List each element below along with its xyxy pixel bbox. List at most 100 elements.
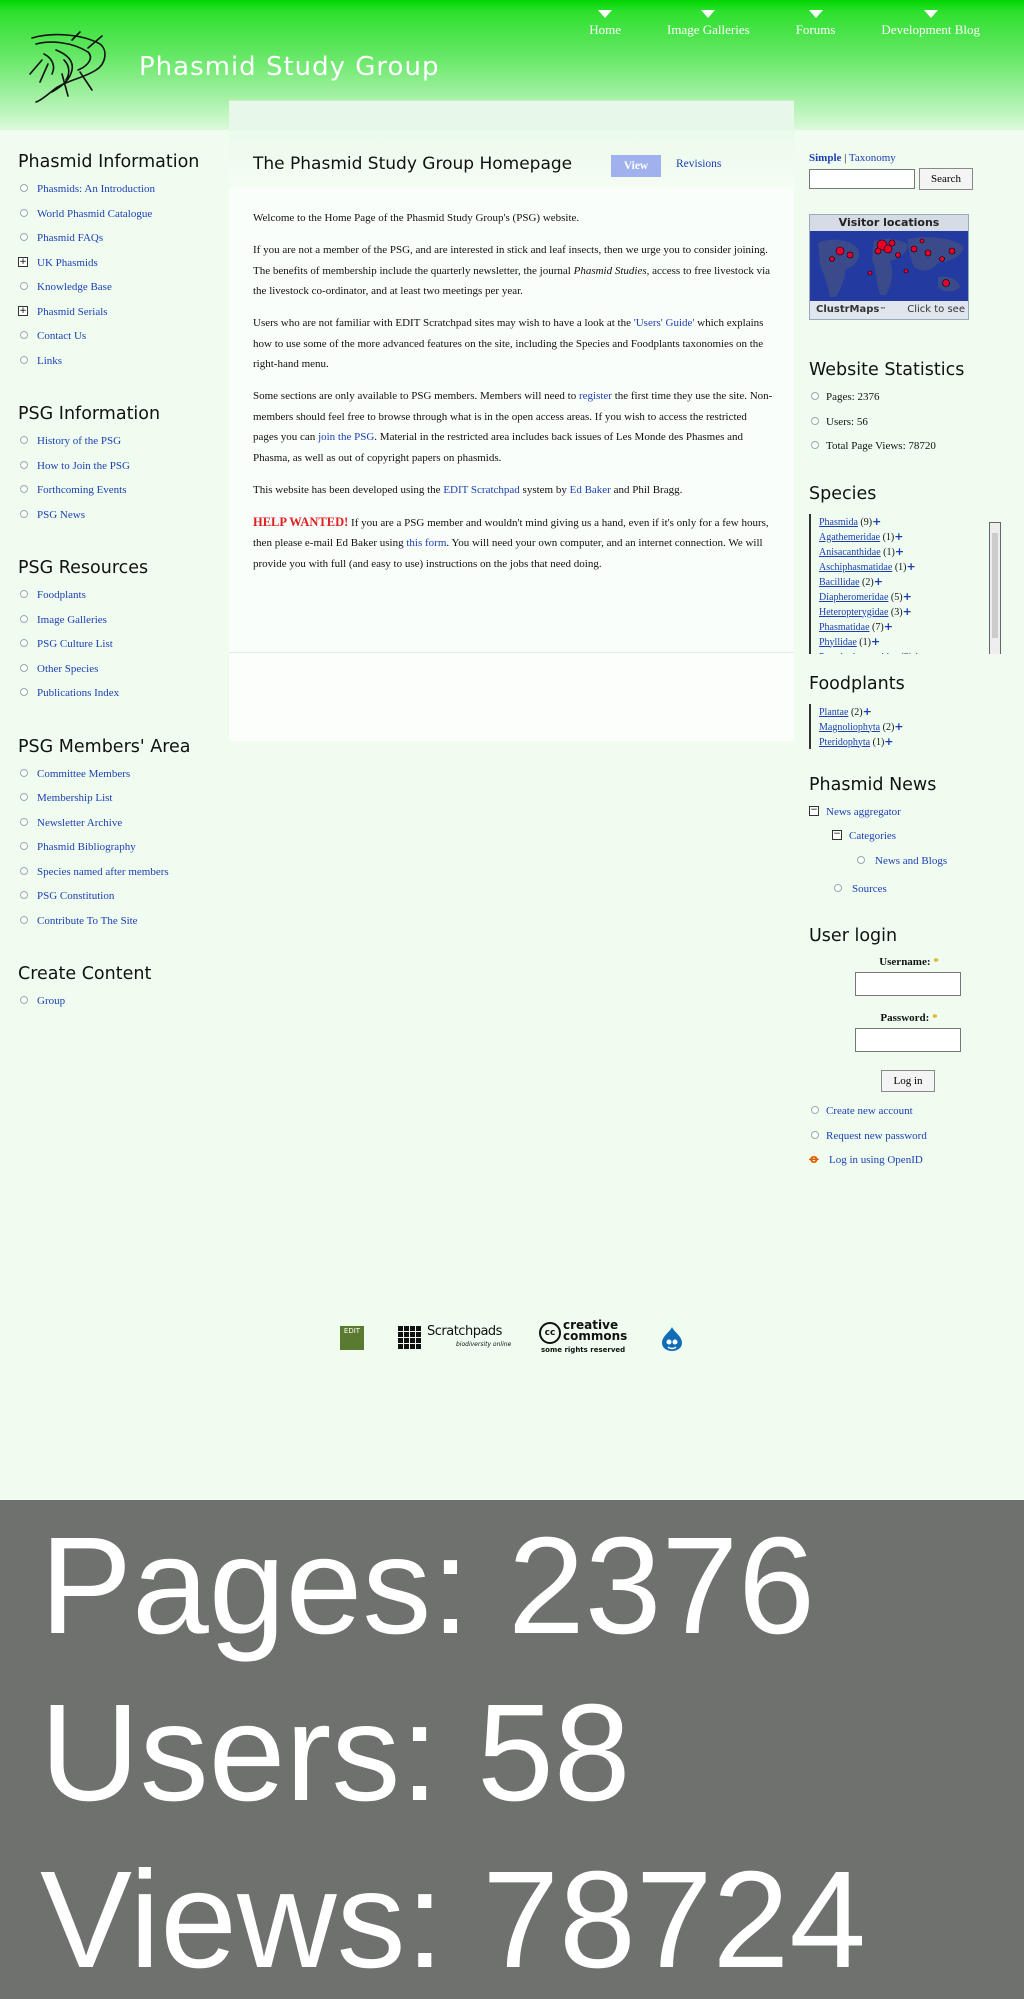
menu-item[interactable]: Phasmid FAQs [18,231,218,256]
password-input[interactable] [855,1028,961,1052]
menu-link[interactable]: Phasmids: An Introduction [37,183,155,195]
taxon-link[interactable]: Pteridophyta [819,737,870,748]
menu-item[interactable]: Create new account [809,1104,1009,1129]
menu-link[interactable]: World Phasmid Catalogue [37,208,152,220]
taxon-link[interactable]: Magnoliophyta [819,722,880,733]
scratchpads-logo[interactable]: Scratchpads biodiversity online [398,1324,514,1356]
expand-plus-icon[interactable]: + [18,305,28,316]
tree-row[interactable]: Aschiphasmatidae (1)+ [819,559,1009,574]
taxon-link[interactable]: Phasmida [819,517,858,528]
menu-item[interactable]: Species named after members [18,865,218,890]
menu-item[interactable]: PSG News [18,508,218,533]
tree-row[interactable]: Agathemeridae (1)+ [819,529,1009,544]
nav-forums[interactable]: Forums [796,10,835,38]
menu-link[interactable]: Phasmid FAQs [37,232,103,244]
tree-row[interactable]: Plantae (2)+ [819,704,1009,719]
site-name[interactable]: Phasmid Study Group [139,52,439,82]
menu-link[interactable]: Links [37,355,62,367]
creative-commons-logo[interactable]: cc creative commons some rights reserved [539,1319,637,1354]
news-aggregator-link[interactable]: News aggregator [826,806,901,818]
menu-link[interactable]: Newsletter Archive [37,817,122,829]
search-button[interactable]: Search [919,168,973,190]
menu-item[interactable]: Group [18,994,218,1019]
click-to-see-link[interactable]: Click to see [907,301,965,319]
scrollbar-thumb[interactable] [992,532,998,638]
species-scrollbar[interactable] [989,521,1001,654]
menu-item[interactable]: Committee Members [18,767,218,792]
menu-link[interactable]: Contribute To The Site [37,915,138,927]
menu-link[interactable]: Contact Us [37,330,86,342]
menu-item[interactable]: Request new password [809,1129,1009,1154]
menu-link[interactable]: Publications Index [37,687,119,699]
visitor-map-widget[interactable]: Visitor locations ClustrMaps™ Click to s… [809,214,969,320]
expand-plus-icon[interactable]: + [903,605,912,618]
menu-item[interactable]: Links [18,354,218,379]
tree-row[interactable]: Pseudophasmatidae (2)+ [819,649,1009,654]
menu-item[interactable]: How to Join the PSG [18,459,218,484]
menu-item[interactable]: PSG Culture List [18,637,218,662]
menu-link[interactable]: Forthcoming Events [37,484,127,496]
users-guide-link[interactable]: 'Users' Guide' [634,317,695,329]
tree-row[interactable]: Diapheromeridae (5)+ [819,589,1009,604]
menu-link[interactable]: History of the PSG [37,435,121,447]
edit-scratchpad-link[interactable]: EDIT Scratchpad [443,484,519,496]
tree-row[interactable]: Bacillidae (2)+ [819,574,1009,589]
tab-revisions[interactable]: Revisions [676,158,721,170]
menu-link[interactable]: Group [37,995,65,1007]
expand-plus-icon[interactable]: + [884,735,893,748]
collapse-minus-icon[interactable]: − [809,805,819,816]
categories-link[interactable]: Categories [849,830,896,842]
nav-home[interactable]: Home [589,10,621,38]
menu-link[interactable]: Phasmid Serials [37,306,108,318]
taxon-link[interactable]: Phasmatidae [819,622,870,633]
menu-item[interactable]: PSG Constitution [18,889,218,914]
edit-logo[interactable]: EDIT [340,1326,364,1350]
expand-plus-icon[interactable]: + [874,575,883,588]
menu-item[interactable]: Contact Us [18,329,218,354]
menu-link[interactable]: PSG News [37,509,85,521]
menu-link[interactable]: Image Galleries [37,614,107,626]
menu-item[interactable]: Knowledge Base [18,280,218,305]
menu-item[interactable]: News and Blogs [809,854,1009,882]
menu-item[interactable]: Contribute To The Site [18,914,218,939]
menu-link[interactable]: How to Join the PSG [37,460,130,472]
menu-item[interactable]: History of the PSG [18,434,218,459]
menu-item[interactable]: Foodplants [18,588,218,613]
login-button[interactable]: Log in [881,1070,935,1092]
expand-plus-icon[interactable]: + [912,650,921,654]
taxon-link[interactable]: Plantae [819,707,848,718]
expand-plus-icon[interactable]: + [871,635,880,648]
menu-link[interactable]: Other Species [37,663,98,675]
menu-link[interactable]: PSG Constitution [37,890,114,902]
menu-item[interactable]: World Phasmid Catalogue [18,207,218,232]
expand-plus-icon[interactable]: + [903,590,912,603]
join-psg-link[interactable]: join the PSG [318,431,374,443]
expand-plus-icon[interactable]: + [906,560,915,573]
username-input[interactable] [855,972,961,996]
expand-plus-icon[interactable]: + [872,515,881,528]
search-input[interactable] [809,169,915,189]
this-form-link[interactable]: this form [406,537,446,549]
taxon-link[interactable]: Heteropterygidae [819,607,888,618]
tree-row[interactable]: Pteridophyta (1)+ [819,734,1009,749]
search-tab-simple[interactable]: Simple [809,152,841,164]
tab-view[interactable]: View [611,155,661,177]
taxon-link[interactable]: Diapheromeridae [819,592,888,603]
menu-item[interactable]: Phasmids: An Introduction [18,182,218,207]
menu-link[interactable]: Membership List [37,792,112,804]
expand-plus-icon[interactable]: + [894,530,903,543]
menu-link[interactable]: Knowledge Base [37,281,112,293]
phasmid-logo[interactable] [22,30,114,106]
menu-item[interactable]: + UK Phasmids [18,256,218,281]
drupal-icon[interactable] [660,1326,684,1358]
nav-image-galleries[interactable]: Image Galleries [667,10,750,38]
register-link[interactable]: register [579,390,612,402]
tree-row[interactable]: Anisacanthidae (1)+ [819,544,1009,559]
tree-row[interactable]: Phasmida (9)+ [819,514,1009,529]
menu-item[interactable]: Newsletter Archive [18,816,218,841]
taxon-link[interactable]: Bacillidae [819,577,860,588]
news-and-blogs-link[interactable]: News and Blogs [875,855,947,867]
ed-baker-link[interactable]: Ed Baker [570,484,611,496]
sources-link[interactable]: Sources [852,883,887,895]
tree-row[interactable]: Magnoliophyta (2)+ [819,719,1009,734]
